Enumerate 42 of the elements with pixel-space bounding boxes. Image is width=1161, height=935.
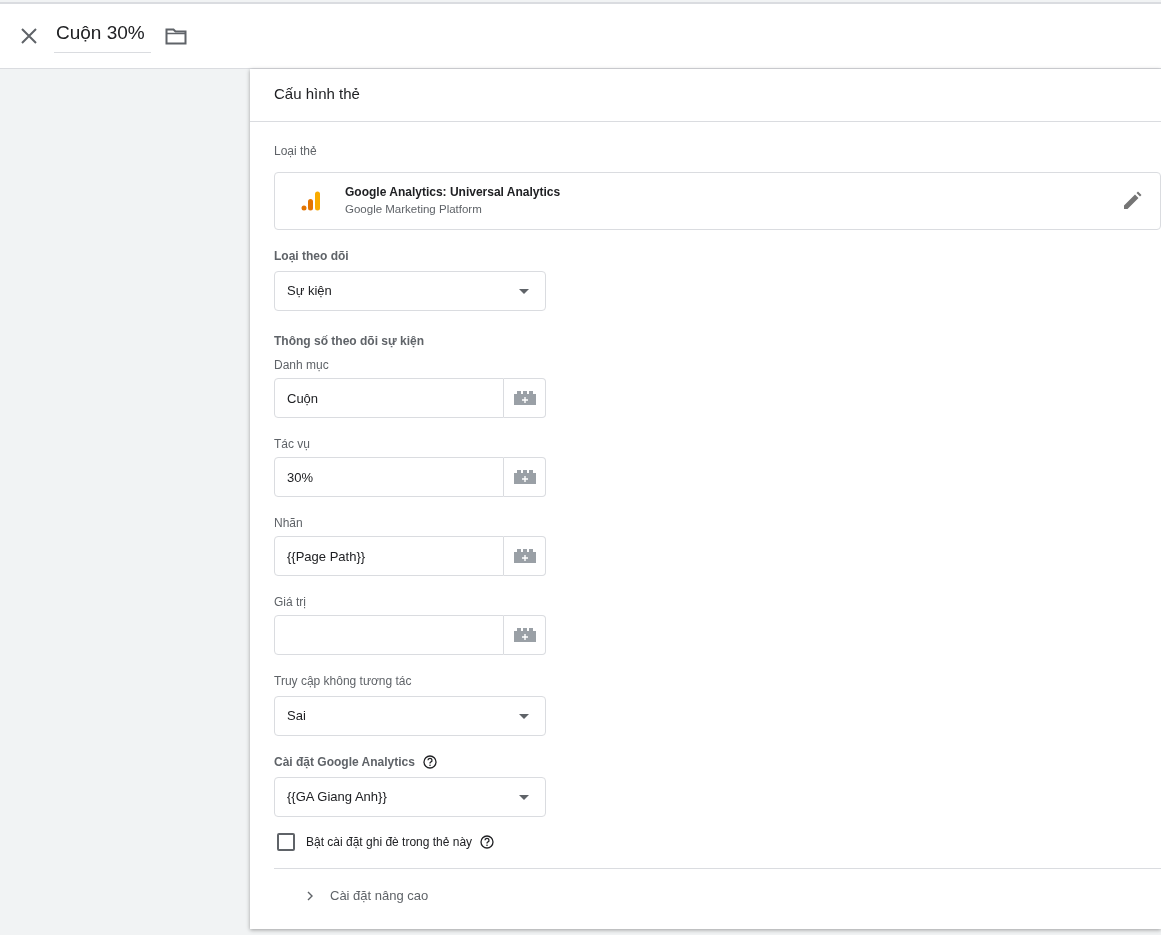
field-label: Nhãn: [274, 515, 303, 532]
variable-button[interactable]: [504, 536, 546, 576]
close-icon[interactable]: [20, 27, 38, 45]
text-field[interactable]: {{Page Path}}: [274, 536, 504, 576]
advanced-settings-label: Cài đặt nâng cao: [330, 886, 429, 905]
field-label: Giá trị: [274, 594, 306, 611]
help-icon[interactable]: [480, 835, 495, 849]
text-field[interactable]: [274, 615, 504, 655]
dropdown[interactable]: Sai: [274, 696, 546, 736]
tag-vendor: Google Marketing Platform: [345, 202, 483, 218]
dropdown[interactable]: Sự kiện: [274, 271, 546, 311]
help-icon[interactable]: [422, 755, 437, 769]
caret-icon: [519, 713, 529, 719]
field-label: Danh mục: [274, 357, 329, 374]
panel-title: Cấu hình thẻ: [250, 69, 1161, 122]
text-field[interactable]: Cuộn: [274, 378, 504, 418]
brick-icon: [513, 470, 536, 484]
advanced-settings-toggle[interactable]: Cài đặt nâng cao: [274, 868, 1161, 922]
folder-icon[interactable]: [164, 27, 187, 45]
field-label: Loại thẻ: [274, 143, 318, 160]
brick-icon: [513, 549, 536, 563]
text-field[interactable]: 30%: [274, 457, 504, 497]
checkbox-label: Bật cài đặt ghi đè trong thẻ này: [306, 834, 473, 851]
tag-name-field[interactable]: Cuộn 30%: [54, 19, 151, 53]
brick-icon: [513, 628, 536, 642]
checkbox[interactable]: [277, 833, 295, 851]
edit-icon[interactable]: [1122, 191, 1142, 211]
analytics-icon: [299, 190, 321, 212]
variable-button[interactable]: [504, 615, 546, 655]
caret-icon: [519, 288, 529, 294]
variable-button[interactable]: [504, 457, 546, 497]
section-heading: Thông số theo dõi sự kiện: [274, 333, 426, 350]
field-label: Loại theo dõi: [274, 248, 349, 265]
variable-button[interactable]: [504, 378, 546, 418]
dropdown[interactable]: {{GA Giang Anh}}: [274, 777, 546, 817]
tag-type-card[interactable]: Google Analytics: Universal Analytics Google Marketing Platform: [274, 172, 1161, 230]
tag-type-name: Google Analytics: Universal Analytics: [345, 184, 562, 202]
brick-icon: [513, 391, 536, 405]
caret-icon: [519, 794, 529, 800]
field-label: Tác vụ: [274, 436, 310, 453]
field-label: Truy cập không tương tác: [274, 673, 412, 690]
field-label: Cài đặt Google Analytics: [274, 754, 415, 771]
